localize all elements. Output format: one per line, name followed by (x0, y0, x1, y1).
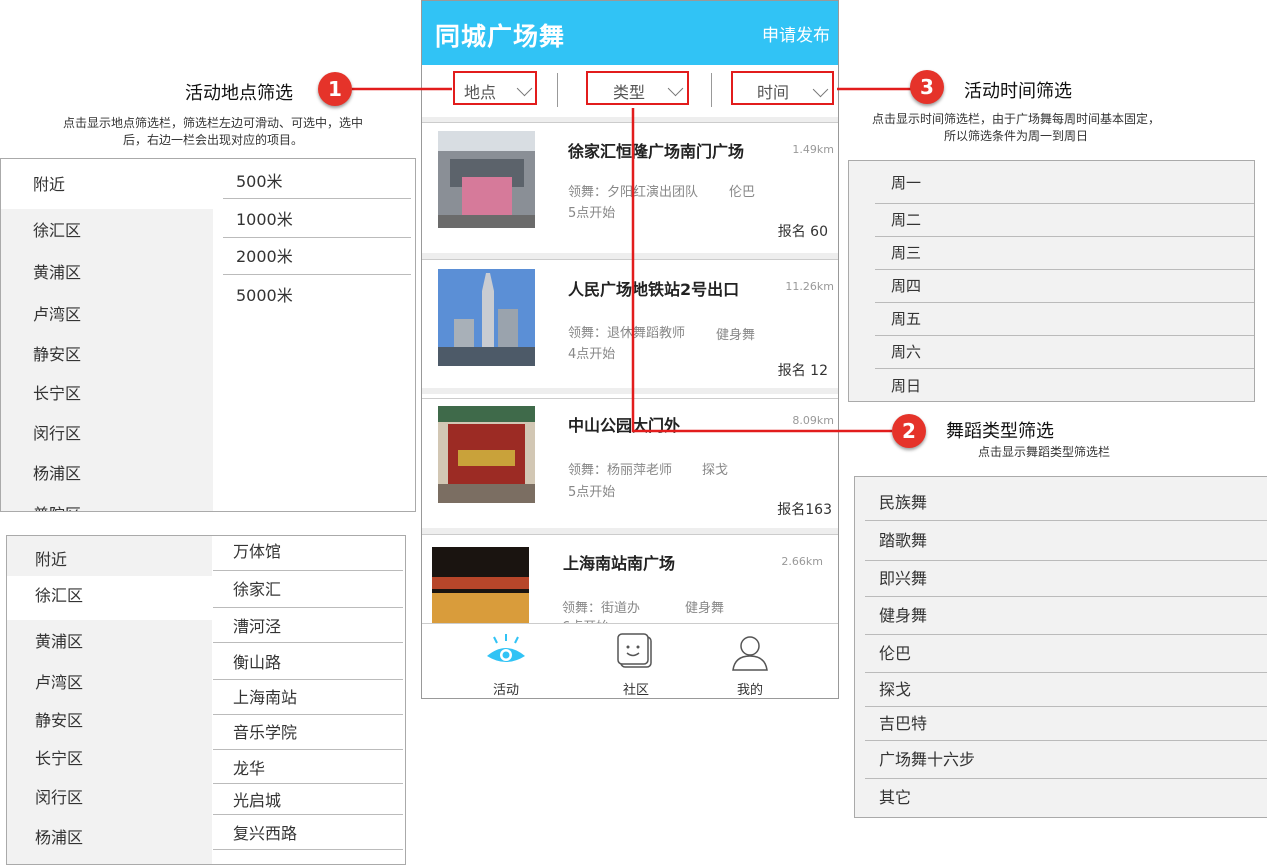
area-option[interactable]: 万体馆 (233, 538, 281, 562)
district-item[interactable]: 闵行区 (7, 784, 212, 808)
district-item[interactable]: 黄浦区 (7, 628, 212, 652)
district-item[interactable]: 普陀区 (1, 501, 213, 511)
area-option[interactable]: 上海南站 (233, 684, 297, 708)
divider (213, 607, 403, 608)
weekday-option[interactable]: 周日 (875, 369, 1254, 399)
distance-option[interactable]: 1000米 (236, 206, 293, 230)
divider (223, 274, 411, 275)
area-option[interactable]: 龙华 (233, 755, 265, 779)
area-option[interactable]: 音乐学院 (233, 719, 297, 743)
district-item[interactable]: 闵行区 (1, 420, 213, 444)
weekday-option[interactable]: 周二 (875, 204, 1254, 237)
dance-type-filter-panel: 民族舞 踏歌舞 即兴舞 健身舞 伦巴 探戈 吉巴特 广场舞十六步 其它 (854, 476, 1267, 818)
weekday-option[interactable]: 周六 (875, 336, 1254, 369)
dance-type-option[interactable]: 吉巴特 (865, 707, 1267, 741)
divider (223, 237, 411, 238)
divider (213, 642, 403, 643)
dance-type-option[interactable]: 踏歌舞 (865, 521, 1267, 561)
district-item[interactable]: 杨浦区 (1, 460, 213, 484)
description-line: 点击显示地点筛选栏，筛选栏左边可滑动、可选中，选中 (62, 116, 363, 130)
area-option[interactable]: 徐家汇 (233, 576, 281, 600)
divider (213, 849, 403, 850)
annotation-badge: 3 (910, 70, 944, 104)
annotation-title: 舞蹈类型筛选 (946, 421, 1054, 442)
distance-option[interactable]: 2000米 (236, 243, 293, 267)
annotation-description: 点击显示舞蹈类型筛选栏 (978, 445, 1111, 459)
district-item[interactable]: 徐汇区 (1, 217, 213, 241)
area-option[interactable]: 复兴西路 (233, 820, 297, 844)
dance-type-option[interactable]: 健身舞 (865, 597, 1267, 635)
weekday-option[interactable]: 周五 (875, 303, 1254, 336)
weekday-option[interactable]: 周三 (875, 237, 1254, 270)
district-item[interactable]: 长宁区 (7, 745, 212, 769)
district-list (1, 159, 213, 511)
description-line: 所以筛选条件为周一到周日 (943, 129, 1088, 143)
location-filter-panel: 附近 徐汇区 黄浦区 卢湾区 静安区 长宁区 闵行区 杨浦区 普陀区 500米 … (0, 158, 416, 512)
annotation-badge: 1 (318, 72, 352, 106)
dance-type-option[interactable]: 即兴舞 (865, 561, 1267, 597)
divider (213, 749, 403, 750)
annotation-title: 活动地点筛选 (185, 83, 293, 104)
annotation-title: 活动时间筛选 (964, 81, 1072, 102)
district-item[interactable]: 长宁区 (1, 380, 213, 404)
district-item[interactable]: 黄浦区 (1, 259, 213, 283)
time-filter-panel: 周一 周二 周三 周四 周五 周六 周日 (848, 160, 1255, 402)
district-item[interactable]: 杨浦区 (7, 824, 212, 848)
divider (213, 714, 403, 715)
description-line: 点击显示时间筛选栏，由于广场舞每周时间基本固定， (871, 112, 1160, 126)
location-filter-panel-expanded: 附近 徐汇区 黄浦区 卢湾区 静安区 长宁区 闵行区 杨浦区 万体馆 徐家汇 漕… (6, 535, 406, 865)
dance-type-option[interactable]: 广场舞十六步 (865, 741, 1267, 779)
district-item[interactable]: 静安区 (1, 341, 213, 365)
area-option[interactable]: 光启城 (233, 787, 281, 811)
district-item-nearby[interactable]: 附近 (7, 546, 212, 570)
divider (213, 814, 403, 815)
dance-type-option[interactable]: 民族舞 (865, 485, 1267, 521)
district-item[interactable]: 卢湾区 (7, 669, 212, 693)
dance-type-option[interactable]: 探戈 (865, 673, 1267, 707)
divider (223, 198, 411, 199)
description-line: 后，右边一栏会出现对应的项目。 (122, 133, 303, 147)
annotation-badge: 2 (892, 414, 926, 448)
divider (213, 679, 403, 680)
district-item-selected[interactable]: 徐汇区 (7, 576, 212, 620)
weekday-option[interactable]: 周一 (875, 169, 1254, 204)
annotation-description: 点击显示时间筛选栏，由于广场舞每周时间基本固定， 所以筛选条件为周一到周日 (846, 111, 1186, 145)
dance-type-option[interactable]: 其它 (865, 779, 1267, 817)
district-item[interactable]: 卢湾区 (1, 301, 213, 325)
divider (213, 783, 403, 784)
divider (213, 570, 403, 571)
weekday-option[interactable]: 周四 (875, 270, 1254, 303)
area-option[interactable]: 衡山路 (233, 649, 281, 673)
distance-option[interactable]: 5000米 (236, 282, 293, 306)
dance-type-option[interactable]: 伦巴 (865, 635, 1267, 673)
area-option[interactable]: 漕河泾 (233, 613, 281, 637)
annotation-description: 点击显示地点筛选栏，筛选栏左边可滑动、可选中，选中 后，右边一栏会出现对应的项目… (20, 115, 406, 149)
district-item-nearby[interactable]: 附近 (1, 159, 213, 209)
distance-option[interactable]: 500米 (236, 168, 283, 192)
district-item[interactable]: 静安区 (7, 707, 212, 731)
